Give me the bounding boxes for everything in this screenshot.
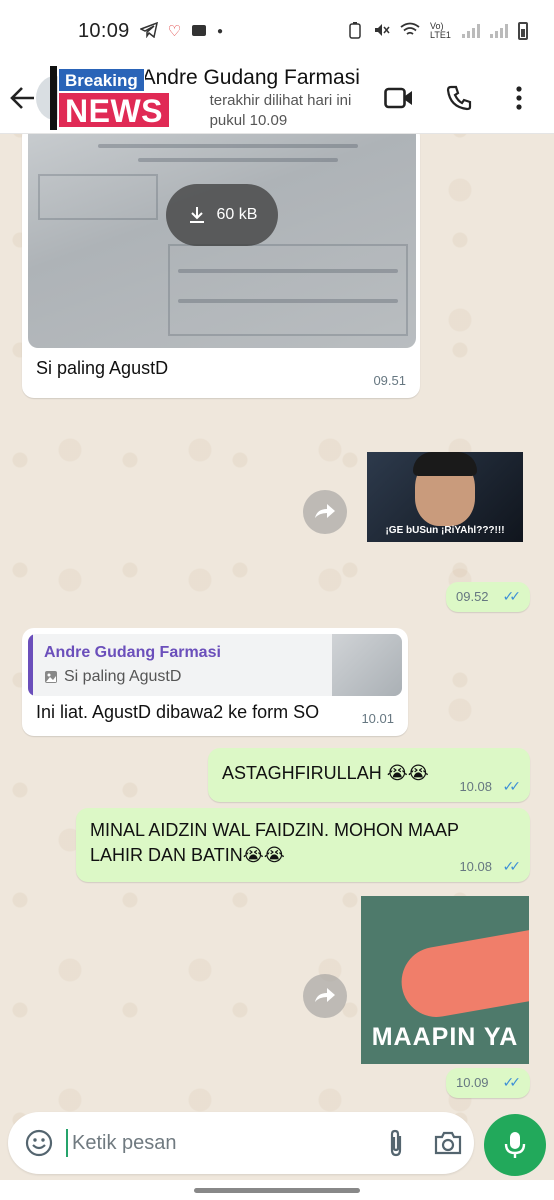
network-label: Vo) LTE1 (430, 21, 451, 40)
more-options-button[interactable] (504, 83, 534, 113)
message-time: 10.08 (459, 779, 492, 794)
sticker-caption: MAAPIN YA (371, 1023, 519, 1051)
mute-icon (372, 21, 390, 42)
attach-button[interactable] (370, 1128, 422, 1158)
video-camera-icon (384, 87, 413, 108)
message-caption: Si paling AgustD (36, 358, 169, 378)
lock-battery-icon (348, 21, 362, 42)
read-ticks-icon: ✓✓ (502, 858, 522, 874)
signal-icon (462, 24, 480, 38)
forward-arrow-icon (315, 504, 335, 518)
message-time: 09.52 (456, 589, 489, 604)
system-nav-bar (0, 1180, 554, 1200)
paperclip-icon (390, 1129, 402, 1157)
camera-button[interactable] (422, 1130, 474, 1156)
download-icon (189, 207, 204, 223)
quoted-thumbnail (332, 634, 402, 696)
message-time: 10.09 (456, 1075, 489, 1090)
signal-2-icon (490, 24, 508, 38)
microphone-icon (504, 1132, 526, 1158)
arrow-left-icon (10, 86, 34, 109)
download-size: 60 kB (216, 206, 258, 223)
message-text: Ini liat. AgustD dibawa2 ke form SO (36, 702, 320, 722)
message-time: 09.51 (373, 373, 406, 388)
read-ticks-icon: ✓✓ (502, 588, 522, 604)
news-label: NEWS (58, 92, 170, 129)
breaking-news-sticker: Breaking NEWS (50, 66, 176, 130)
read-ticks-icon: ✓✓ (502, 1074, 522, 1090)
voice-call-button[interactable] (444, 83, 474, 113)
message-text-outgoing[interactable]: MINAL AIDZIN WAL FAIDZIN. MOHON MAAP LAH… (76, 808, 530, 882)
wallet-icon (191, 23, 207, 40)
quoted-text: Si paling AgustD (64, 668, 182, 685)
download-button[interactable]: 60 kB (166, 184, 278, 246)
emoji-button[interactable] (12, 1129, 66, 1157)
message-text-outgoing[interactable]: ASTAGHFIRULLAH 😭😭 10.08 ✓✓ (208, 748, 530, 802)
phone-icon (446, 85, 472, 110)
message-reply-incoming[interactable]: Andre Gudang Farmasi Si paling AgustD In… (22, 628, 408, 736)
message-list[interactable]: 60 kB Si paling AgustD 09.51 ¡GE bUSun ¡… (0, 124, 554, 1104)
message-time: 10.01 (361, 711, 394, 726)
voice-record-button[interactable] (484, 1114, 546, 1176)
read-ticks-icon: ✓✓ (502, 778, 522, 794)
image-icon (45, 671, 57, 683)
forward-button[interactable] (303, 490, 347, 534)
kebab-menu-icon (516, 85, 522, 110)
quoted-message[interactable]: Andre Gudang Farmasi Si paling AgustD (28, 634, 402, 696)
message-composer (8, 1112, 474, 1174)
telegram-icon (138, 21, 158, 41)
status-time: 10:09 (78, 19, 130, 42)
forward-arrow-icon (315, 988, 335, 1002)
sticker-caption: ¡GE bUSun ¡RiYAhl???!!! (385, 525, 505, 536)
wifi-icon (400, 22, 420, 41)
message-time-bubble[interactable]: 10.09 ✓✓ (446, 1068, 530, 1098)
status-bar: 10:09 ♡ ● Vo) LTE1 (0, 0, 554, 62)
forward-button[interactable] (303, 974, 347, 1018)
breaking-label: Breaking (58, 68, 145, 92)
blurred-document-image[interactable]: 60 kB (28, 124, 416, 348)
video-call-button[interactable] (384, 83, 414, 113)
message-time: 10.08 (459, 859, 492, 874)
dot-icon: ● (217, 25, 224, 37)
message-input[interactable] (66, 1129, 370, 1157)
quoted-sender: Andre Gudang Farmasi (44, 644, 221, 661)
smiley-icon (25, 1129, 53, 1157)
camera-icon (434, 1131, 462, 1155)
message-text: ASTAGHFIRULLAH 😭😭 (222, 763, 429, 783)
heart-app-icon: ♡ (167, 23, 182, 40)
home-gesture-handle[interactable] (194, 1188, 360, 1193)
message-text: MINAL AIDZIN WAL FAIDZIN. MOHON MAAP LAH… (90, 820, 459, 865)
message-image-incoming[interactable]: 60 kB Si paling AgustD 09.51 (22, 124, 420, 398)
sticker-shocked-man[interactable]: ¡GE bUSun ¡RiYAhl???!!! (367, 452, 523, 542)
sticker-patrick-star[interactable]: MAAPIN YA (361, 896, 529, 1064)
battery-icon (518, 22, 528, 40)
chat-header: Breaking NEWS Andre Gudang Farmasi terak… (0, 62, 554, 134)
message-time-bubble[interactable]: 09.52 ✓✓ (446, 582, 530, 612)
